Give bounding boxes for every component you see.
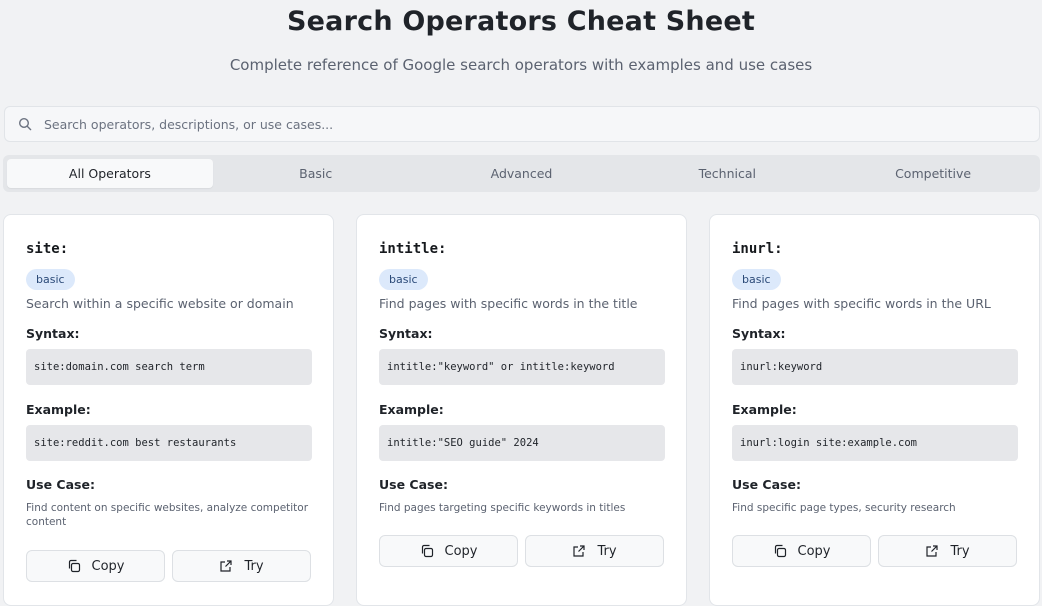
example-label: Example:: [26, 402, 91, 417]
tab-advanced[interactable]: Advanced: [419, 159, 625, 188]
category-tabs: All Operators Basic Advanced Technical C…: [3, 155, 1040, 192]
copy-button[interactable]: Copy: [26, 550, 165, 582]
external-link-icon: [925, 544, 939, 558]
copy-button[interactable]: Copy: [379, 535, 518, 567]
syntax-label: Syntax:: [26, 326, 80, 341]
page: Search Operators Cheat Sheet Complete re…: [0, 0, 1042, 606]
page-title: Search Operators Cheat Sheet: [287, 6, 755, 37]
operator-card-intitle: intitle: basic Find pages with specific …: [356, 214, 687, 606]
example-code: intitle:"SEO guide" 2024: [379, 425, 665, 461]
operator-card-site: site: basic Search within a specific web…: [3, 214, 334, 606]
copy-button-label: Copy: [444, 543, 478, 559]
tab-basic[interactable]: Basic: [213, 159, 419, 188]
try-button-label: Try: [244, 558, 264, 574]
try-button[interactable]: Try: [172, 550, 311, 582]
operator-name: intitle:: [379, 241, 447, 257]
syntax-code: site:domain.com search term: [26, 349, 312, 385]
syntax-label: Syntax:: [379, 326, 433, 341]
syntax-label: Syntax:: [732, 326, 786, 341]
external-link-icon: [572, 544, 586, 558]
syntax-code: intitle:"keyword" or intitle:keyword: [379, 349, 665, 385]
search-input[interactable]: [44, 116, 1004, 132]
tab-technical[interactable]: Technical: [624, 159, 830, 188]
example-label: Example:: [379, 402, 444, 417]
operator-description: Find pages with specific words in the ti…: [379, 296, 638, 311]
search-icon: [18, 117, 32, 131]
try-button[interactable]: Try: [878, 535, 1017, 567]
syntax-code: inurl:keyword: [732, 349, 1018, 385]
operator-card-inurl: inurl: basic Find pages with specific wo…: [709, 214, 1040, 606]
example-code: inurl:login site:example.com: [732, 425, 1018, 461]
use-case-label: Use Case:: [379, 477, 448, 492]
search-bar: [4, 106, 1040, 142]
use-case-text: Find content on specific websites, analy…: [26, 502, 309, 528]
external-link-icon: [219, 559, 233, 573]
use-case-label: Use Case:: [732, 477, 801, 492]
example-code: site:reddit.com best restaurants: [26, 425, 312, 461]
page-subtitle: Complete reference of Google search oper…: [229, 56, 813, 74]
operator-name: site:: [26, 241, 69, 257]
copy-icon: [773, 544, 787, 558]
try-button-label: Try: [597, 543, 617, 559]
copy-icon: [67, 559, 81, 573]
use-case-label: Use Case:: [26, 477, 95, 492]
operator-description: Find pages with specific words in the UR…: [732, 296, 991, 311]
copy-button-label: Copy: [91, 558, 125, 574]
example-label: Example:: [732, 402, 797, 417]
operator-description: Search within a specific website or doma…: [26, 296, 294, 311]
operator-name: inurl:: [732, 241, 783, 257]
category-badge: basic: [26, 269, 75, 290]
use-case-text: Find specific page types, security resea…: [732, 502, 956, 514]
copy-icon: [420, 544, 434, 558]
tab-all-operators[interactable]: All Operators: [7, 159, 213, 188]
copy-button-label: Copy: [797, 543, 831, 559]
category-badge: basic: [732, 269, 781, 290]
use-case-text: Find pages targeting specific keywords i…: [379, 502, 626, 514]
category-badge: basic: [379, 269, 428, 290]
tab-competitive[interactable]: Competitive: [830, 159, 1036, 188]
copy-button[interactable]: Copy: [732, 535, 871, 567]
try-button-label: Try: [950, 543, 970, 559]
try-button[interactable]: Try: [525, 535, 664, 567]
